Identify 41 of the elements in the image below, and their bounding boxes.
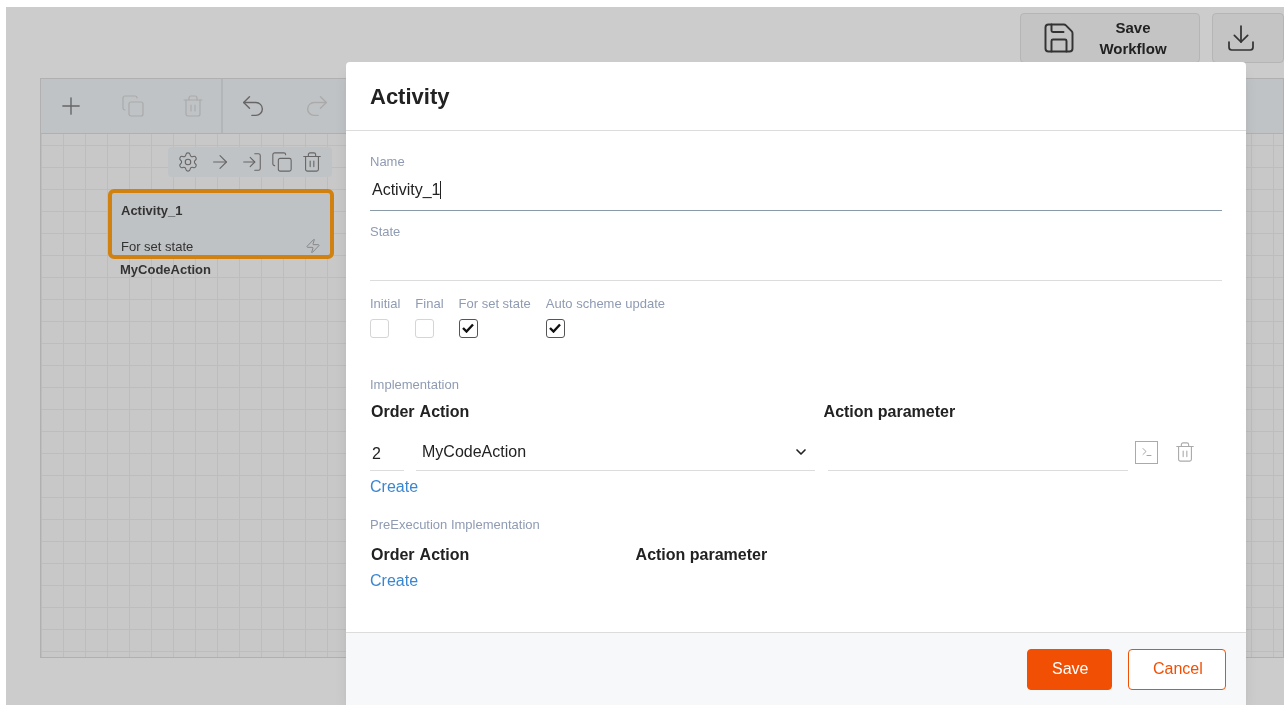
- checkbox-label: Auto scheme update: [545, 295, 666, 313]
- column-header: Action: [419, 402, 471, 422]
- node-title: Activity_1: [121, 202, 184, 220]
- terminal-icon: [1140, 446, 1153, 458]
- trash-icon[interactable]: [1174, 440, 1196, 464]
- checkbox-label: For set state: [458, 295, 531, 313]
- save-button[interactable]: Save: [1027, 648, 1112, 690]
- column-header: Action parameter: [635, 544, 768, 565]
- settings-icon[interactable]: [177, 151, 199, 173]
- cancel-button[interactable]: Cancel: [1128, 648, 1226, 690]
- create-link[interactable]: Create: [370, 475, 419, 499]
- node-state-label: For set state: [121, 237, 194, 256]
- column-header: Action: [419, 544, 471, 565]
- enter-icon[interactable]: [241, 151, 263, 173]
- node-action-label: MyCodeAction: [120, 261, 212, 279]
- checkbox-label: Final: [415, 295, 444, 313]
- trash-icon[interactable]: [301, 151, 323, 173]
- checkbox[interactable]: [545, 318, 565, 338]
- terminal-button[interactable]: [1135, 440, 1158, 464]
- section-label: PreExecution Implementation: [370, 516, 541, 534]
- download-icon: [1225, 22, 1257, 54]
- text-field[interactable]: Activity_1: [370, 169, 1222, 211]
- section-label: Implementation: [370, 375, 460, 394]
- column-header: Action parameter: [823, 402, 956, 422]
- activity-node[interactable]: Activity_1 For set state: [108, 189, 334, 259]
- lightning-icon: [305, 238, 321, 255]
- checkbox-label: Initial: [370, 295, 401, 313]
- field-label: State: [370, 224, 402, 239]
- column-header: Order: [370, 402, 415, 422]
- field-label: Name: [370, 154, 406, 169]
- copy-icon[interactable]: [271, 151, 293, 173]
- action-select[interactable]: MyCodeAction: [416, 433, 815, 471]
- dialog-title: Activity: [370, 82, 450, 111]
- order-field[interactable]: 2: [370, 433, 404, 471]
- checkmark-icon: [462, 323, 475, 333]
- download-button[interactable]: [1212, 13, 1284, 63]
- save-workflow-button[interactable]: Save Workflow: [1020, 13, 1200, 63]
- column-header: Order: [370, 544, 415, 565]
- create-link[interactable]: Create: [370, 568, 419, 593]
- checkmark-icon: [549, 323, 562, 333]
- checkbox[interactable]: [458, 318, 478, 338]
